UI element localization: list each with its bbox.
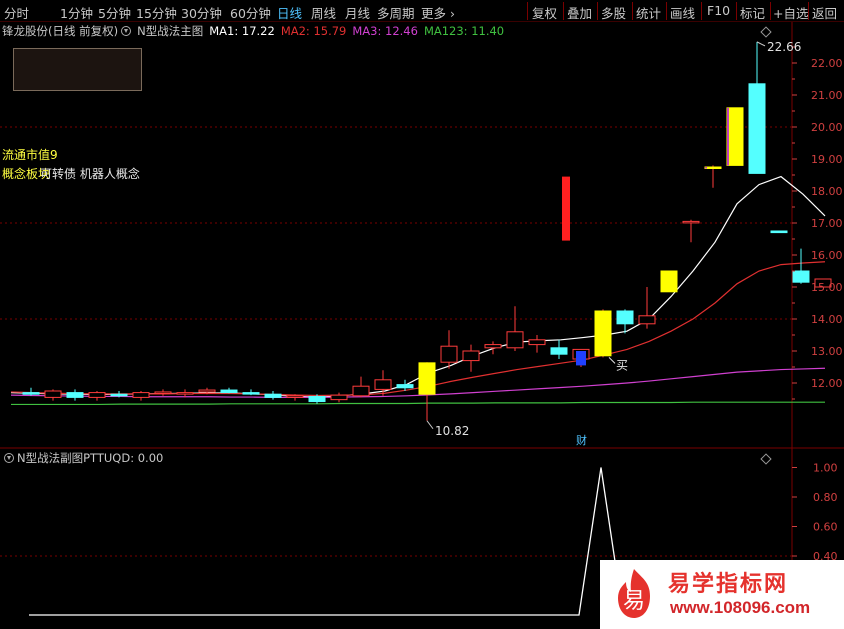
candle-body bbox=[396, 384, 414, 389]
candle-body bbox=[264, 393, 282, 398]
buy-label: 买 bbox=[616, 358, 628, 372]
sub-y-tick-label: 1.00 bbox=[813, 462, 838, 475]
fin-label: 财 bbox=[576, 433, 587, 447]
candle-body bbox=[418, 362, 436, 395]
candle-body bbox=[638, 315, 656, 325]
candle-body bbox=[22, 392, 40, 395]
y-tick-label: 15.00 bbox=[811, 281, 843, 294]
candle-body bbox=[198, 389, 216, 393]
candle-body bbox=[110, 393, 128, 397]
candle-body bbox=[462, 350, 480, 362]
ma1-line bbox=[10, 175, 826, 398]
y-tick-label: 14.00 bbox=[811, 313, 843, 326]
ma123-line bbox=[11, 401, 825, 406]
candle-body bbox=[594, 310, 612, 357]
candle-body bbox=[616, 310, 634, 325]
annotation-layer: 22.66 10.82 买财 bbox=[426, 40, 801, 447]
y-tick-label: 19.00 bbox=[811, 153, 843, 166]
candle-body bbox=[704, 166, 722, 169]
candle-body bbox=[484, 344, 502, 349]
chart-canvas: 12.00 13.00 14.00 15.00 16.00 17.00 18.00 19.00… bbox=[0, 22, 844, 629]
candle-body bbox=[286, 395, 304, 398]
high-pointer bbox=[756, 41, 766, 47]
candle-body bbox=[220, 389, 238, 394]
watermark-title: 易学指标网 bbox=[668, 572, 789, 597]
candle-body bbox=[352, 385, 370, 397]
candle-edge bbox=[705, 167, 707, 169]
candle-edge bbox=[727, 107, 729, 166]
candle-body bbox=[66, 392, 84, 398]
candle-body bbox=[506, 331, 524, 349]
candle-body bbox=[88, 392, 106, 398]
candle-body bbox=[44, 390, 62, 398]
candle-body bbox=[770, 230, 788, 234]
low-pointer bbox=[426, 420, 434, 430]
buy-pointer bbox=[608, 357, 616, 364]
axis-layer: 12.00 13.00 14.00 15.00 16.00 17.00 18.00 19.00… bbox=[792, 46, 843, 593]
candle-body bbox=[792, 270, 810, 283]
y-tick-label: 21.00 bbox=[811, 89, 843, 102]
candle-body bbox=[176, 392, 194, 395]
candle-body bbox=[440, 345, 458, 363]
y-tick-label: 16.00 bbox=[811, 249, 843, 262]
svg-text:易: 易 bbox=[623, 589, 645, 614]
y-tick-label: 13.00 bbox=[811, 345, 843, 358]
candle-body bbox=[682, 220, 700, 224]
candle-body bbox=[748, 83, 766, 174]
candle-body bbox=[726, 107, 744, 166]
y-tick-label: 22.00 bbox=[811, 57, 843, 70]
candle-body bbox=[374, 379, 392, 390]
candle-body bbox=[308, 395, 326, 403]
y-tick-label: 17.00 bbox=[811, 217, 843, 230]
sub-y-tick-label: 0.60 bbox=[813, 521, 838, 534]
watermark: 易 易学指标网 www.108096.com bbox=[600, 560, 844, 629]
watermark-logo: 易 bbox=[618, 569, 650, 618]
y-tick-label: 18.00 bbox=[811, 185, 843, 198]
buy-marker-bar bbox=[576, 351, 586, 366]
red-signal-bar bbox=[562, 176, 570, 241]
high-label: 22.66 bbox=[767, 40, 801, 54]
watermark-url: www.108096.com bbox=[670, 598, 811, 617]
sub-y-tick-label: 0.80 bbox=[813, 491, 838, 504]
main-chart bbox=[10, 41, 832, 421]
candle-body bbox=[132, 392, 150, 398]
y-tick-label: 12.00 bbox=[811, 377, 843, 390]
candle-body bbox=[330, 394, 348, 401]
low-label: 10.82 bbox=[435, 424, 469, 438]
candle-body bbox=[528, 339, 546, 346]
grid-layer bbox=[0, 22, 844, 629]
candle-body bbox=[154, 391, 172, 394]
candle-body bbox=[660, 270, 678, 293]
candle-body bbox=[550, 347, 568, 355]
candle-body bbox=[242, 392, 260, 395]
y-tick-label: 20.00 bbox=[811, 121, 843, 134]
